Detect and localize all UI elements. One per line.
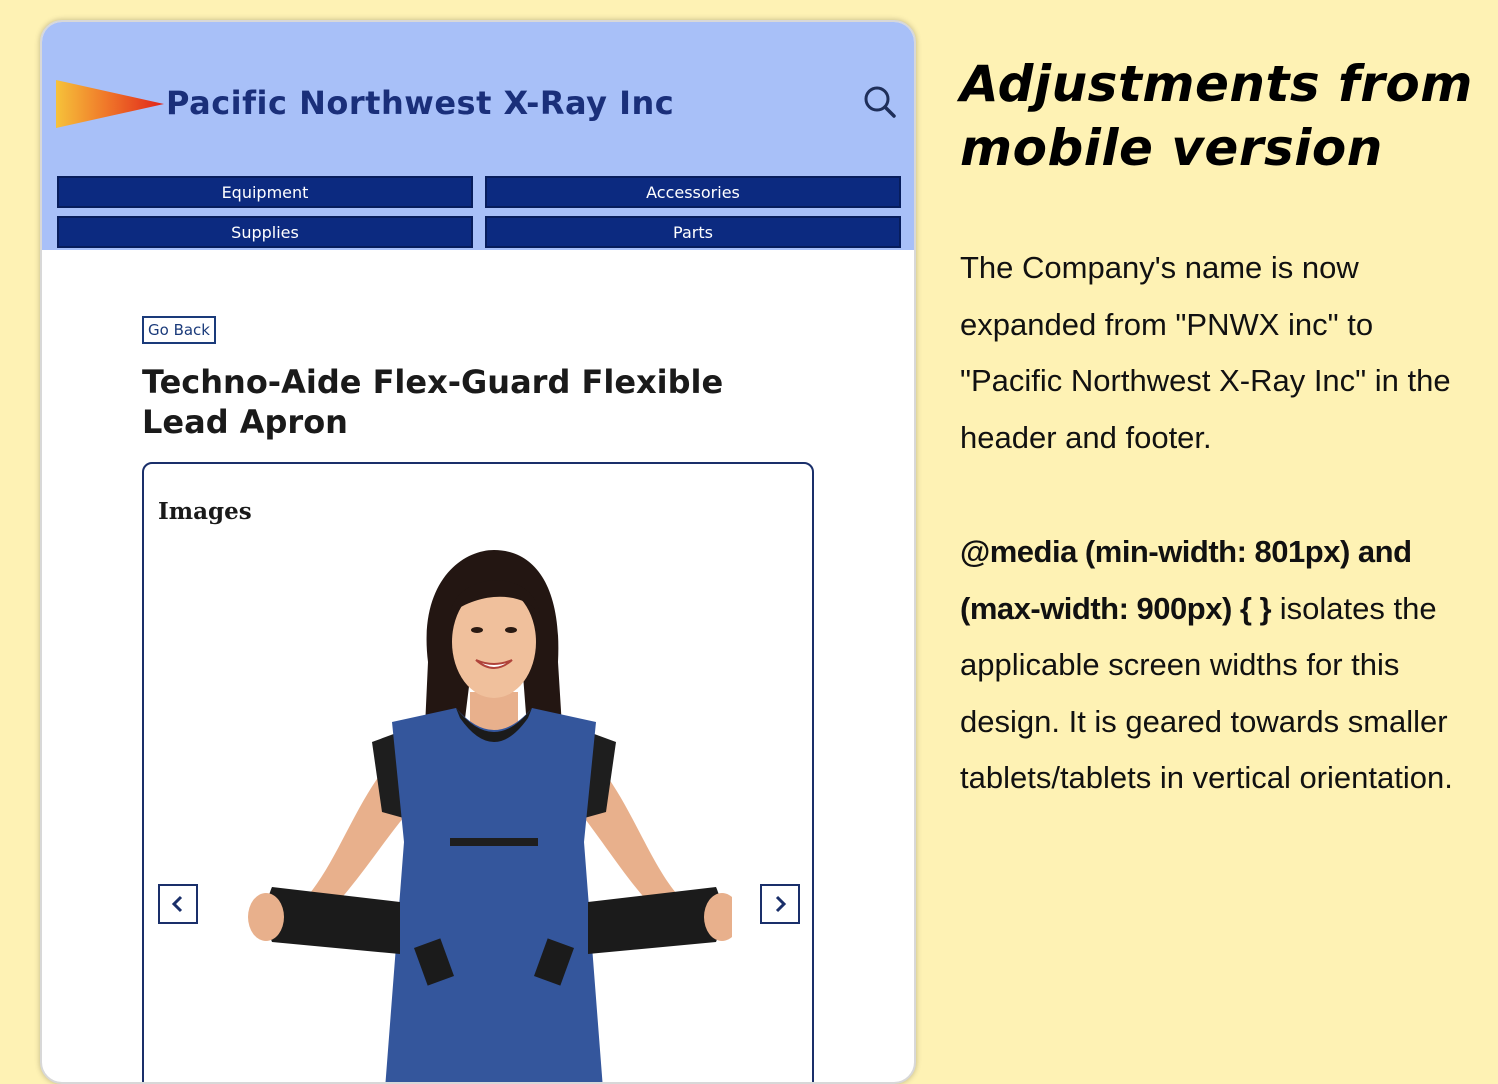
design-notes: Adjustments from mobile version The Comp… bbox=[960, 52, 1480, 807]
notes-paragraph-media-query: @media (min-width: 801px) and (max-width… bbox=[960, 524, 1480, 807]
go-back-button[interactable]: Go Back bbox=[142, 316, 216, 344]
search-icon bbox=[864, 86, 896, 118]
notes-paragraph-company-name: The Company's name is now expanded from … bbox=[960, 250, 1451, 455]
main-nav: Equipment Accessories Supplies Parts bbox=[57, 176, 901, 248]
nav-equipment-button[interactable]: Equipment bbox=[57, 176, 473, 208]
nav-parts-button[interactable]: Parts bbox=[485, 216, 901, 248]
notes-title: Adjustments from mobile version bbox=[960, 55, 1473, 177]
chevron-right-icon bbox=[775, 895, 787, 913]
logo-pennant-icon bbox=[56, 80, 164, 128]
search-button[interactable] bbox=[860, 82, 900, 122]
product-title: Techno-Aide Flex-Guard Flexible Lead Apr… bbox=[142, 363, 724, 441]
nav-accessories-button[interactable]: Accessories bbox=[485, 176, 901, 208]
images-panel: Images bbox=[142, 462, 814, 1082]
carousel-prev-button[interactable] bbox=[158, 884, 198, 924]
chevron-left-icon bbox=[171, 895, 183, 913]
company-name[interactable]: Pacific Northwest X-Ray Inc bbox=[166, 84, 674, 122]
images-heading: Images bbox=[158, 498, 252, 525]
site-header: Pacific Northwest X-Ray Inc Equipment Ac… bbox=[42, 22, 914, 250]
tablet-mockup: Pacific Northwest X-Ray Inc Equipment Ac… bbox=[40, 20, 916, 1084]
nav-supplies-button[interactable]: Supplies bbox=[57, 216, 473, 248]
carousel-next-button[interactable] bbox=[760, 884, 800, 924]
product-image bbox=[232, 542, 732, 1082]
